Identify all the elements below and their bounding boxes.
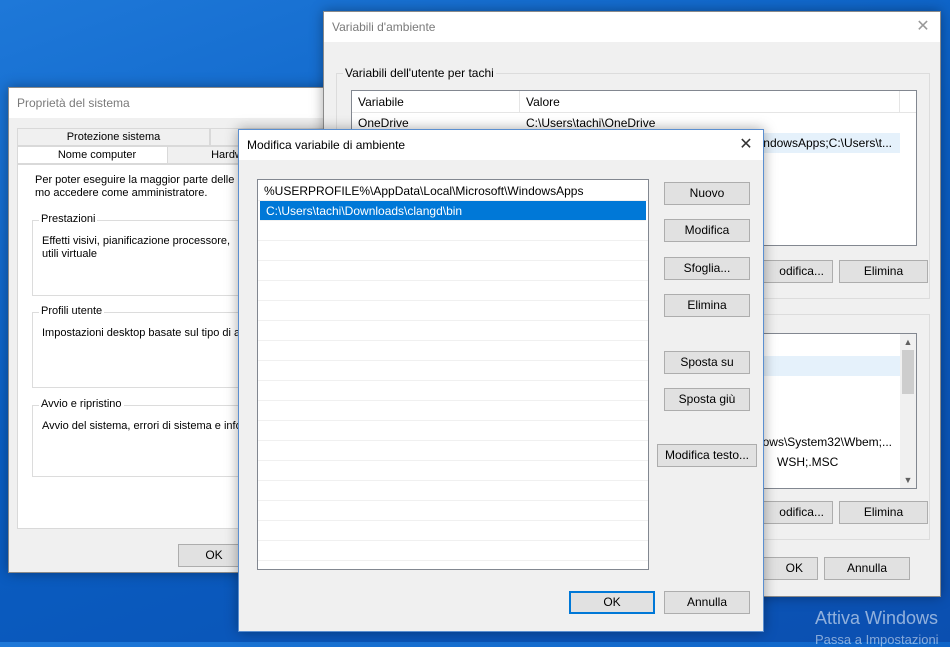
list-item[interactable]: [258, 521, 648, 541]
list-item[interactable]: [258, 441, 648, 461]
system-properties-titlebar[interactable]: Proprietà del sistema: [9, 88, 337, 118]
edit-dialog-ok-button[interactable]: OK: [569, 591, 655, 614]
env-vars-close-icon[interactable]: ✕: [906, 12, 940, 42]
list-item[interactable]: %USERPROFILE%\AppData\Local\Microsoft\Wi…: [258, 181, 648, 201]
edit-button[interactable]: Modifica: [664, 219, 750, 242]
list-item[interactable]: [258, 541, 648, 561]
list-item[interactable]: [258, 401, 648, 421]
list-item[interactable]: [258, 381, 648, 401]
list-item-selected[interactable]: C:\Users\tachi\Downloads\clangd\bin: [260, 201, 646, 221]
edit-text-button[interactable]: Modifica testo...: [657, 444, 757, 467]
list-item[interactable]: [258, 241, 648, 261]
user-profiles-description: Impostazioni desktop basate sul tipo di …: [42, 327, 247, 339]
system-edit-button[interactable]: odifica...: [757, 501, 833, 524]
delete-button[interactable]: Elimina: [664, 294, 750, 317]
startup-recovery-group-label: Avvio e ripristino: [39, 398, 124, 410]
list-item[interactable]: [258, 281, 648, 301]
admin-intro-text: Per poter eseguire la maggior parte dell…: [35, 174, 235, 199]
list-item[interactable]: [258, 221, 648, 241]
startup-recovery-description: Avvio del sistema, errori di sistema e i…: [42, 420, 247, 432]
user-delete-button[interactable]: Elimina: [839, 260, 928, 283]
list-item[interactable]: [258, 341, 648, 361]
performance-description: Effetti visivi, pianificazione processor…: [42, 235, 231, 260]
list-item[interactable]: [258, 421, 648, 441]
scroll-down-icon[interactable]: ▼: [900, 472, 916, 488]
column-value[interactable]: Valore: [520, 91, 900, 113]
move-down-button[interactable]: Sposta giù: [664, 388, 750, 411]
user-variables-header: Variabile Valore: [352, 91, 916, 113]
scroll-up-icon[interactable]: ▲: [900, 334, 916, 350]
tab-system-protection[interactable]: Protezione sistema: [17, 128, 210, 146]
new-button[interactable]: Nuovo: [664, 182, 750, 205]
edit-dialog-close-icon[interactable]: ✕: [729, 130, 763, 160]
variable-value: ows\System32\Wbem;...: [762, 435, 892, 449]
activation-watermark: Attiva Windows: [815, 608, 939, 628]
list-item[interactable]: [258, 481, 648, 501]
performance-group-label: Prestazioni: [39, 213, 98, 225]
scroll-thumb[interactable]: [902, 350, 914, 394]
env-vars-cancel-button[interactable]: Annulla: [824, 557, 910, 580]
tab-computer-name[interactable]: Nome computer: [17, 146, 177, 164]
column-variable[interactable]: Variabile: [352, 91, 520, 113]
edit-dialog-title: Modifica variabile di ambiente: [247, 138, 406, 152]
env-vars-title: Variabili d'ambiente: [332, 20, 436, 34]
system-variables-scrollbar[interactable]: ▲ ▼: [900, 334, 916, 488]
browse-button[interactable]: Sfoglia...: [664, 257, 750, 280]
path-entries-list[interactable]: %USERPROFILE%\AppData\Local\Microsoft\Wi…: [257, 179, 649, 570]
user-edit-button[interactable]: odifica...: [757, 260, 833, 283]
system-delete-button[interactable]: Elimina: [839, 501, 928, 524]
user-profiles-group-label: Profili utente: [39, 305, 105, 317]
list-item[interactable]: [258, 261, 648, 281]
list-item[interactable]: [258, 461, 648, 481]
move-up-button[interactable]: Sposta su: [664, 351, 750, 374]
list-item[interactable]: [258, 321, 648, 341]
list-item[interactable]: [258, 501, 648, 521]
list-item[interactable]: [258, 361, 648, 381]
list-item[interactable]: [258, 301, 648, 321]
env-vars-titlebar[interactable]: Variabili d'ambiente ✕: [324, 12, 940, 42]
system-properties-title: Proprietà del sistema: [17, 96, 130, 110]
user-variables-group-label: Variabili dell'utente per tachi: [343, 66, 496, 80]
edit-dialog-cancel-button[interactable]: Annulla: [664, 591, 750, 614]
variable-value: WSH;.MSC: [777, 455, 839, 469]
edit-dialog-titlebar[interactable]: Modifica variabile di ambiente ✕: [239, 130, 763, 160]
variable-value: ndowsApps;C:\Users\t...: [763, 136, 892, 150]
activation-watermark-subtitle: Passa a Impostazioni: [815, 632, 939, 647]
